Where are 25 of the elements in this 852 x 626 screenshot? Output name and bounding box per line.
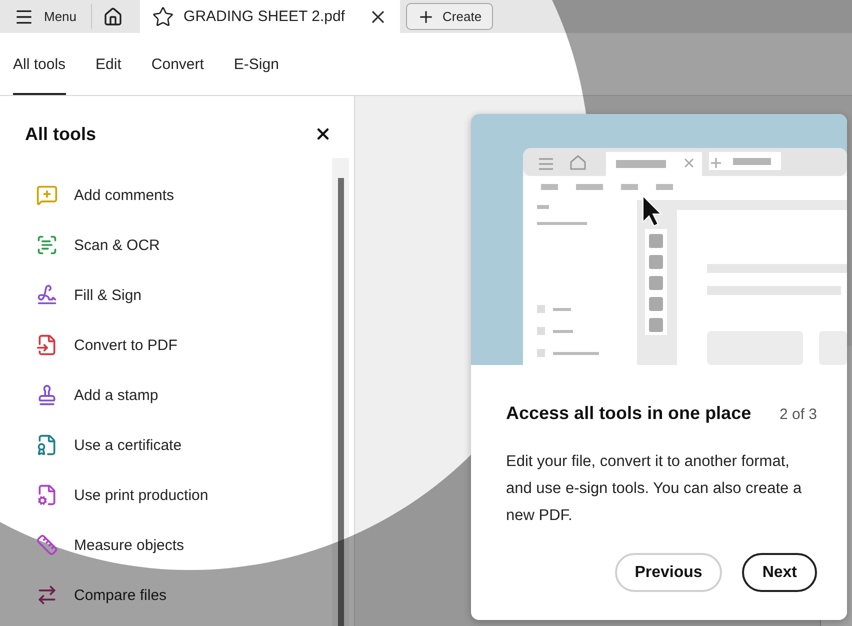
tool-item[interactable]: Use print production bbox=[36, 470, 208, 520]
home-icon bbox=[102, 6, 123, 26]
menu-button[interactable]: Menu bbox=[0, 4, 92, 29]
nav-tab[interactable]: Convert bbox=[151, 33, 204, 95]
create-button[interactable]: Create bbox=[406, 3, 493, 30]
tool-item[interactable]: Measure objects bbox=[36, 520, 184, 570]
nav-tab[interactable]: E-Sign bbox=[234, 33, 279, 95]
tool-item[interactable]: Compare files bbox=[36, 570, 167, 620]
tool-item[interactable]: Scan & OCR bbox=[36, 220, 160, 270]
scrollbar-thumb[interactable] bbox=[338, 178, 344, 626]
document-tab-title: GRADING SHEET 2.pdf bbox=[184, 8, 346, 25]
tool-item[interactable]: Add comments bbox=[36, 170, 174, 220]
document-tab[interactable]: GRADING SHEET 2.pdf bbox=[140, 0, 400, 33]
next-button[interactable]: Next bbox=[742, 553, 817, 592]
nav-tab[interactable]: Edit bbox=[96, 33, 122, 95]
tool-item[interactable]: Add a stamp bbox=[36, 370, 158, 420]
tool-item[interactable]: Convert to PDF bbox=[36, 320, 178, 370]
previous-button[interactable]: Previous bbox=[614, 553, 722, 592]
step-counter: 2 of 3 bbox=[779, 406, 817, 423]
tool-item[interactable]: Use a certificate bbox=[36, 420, 182, 470]
star-icon[interactable] bbox=[152, 6, 174, 28]
popup-description: Edit your file, convert it to another format, and use e-sign tools. You can also create a new PDF. bbox=[506, 452, 803, 526]
popup-title: Access all tools in one place bbox=[506, 403, 752, 424]
tool-item[interactable]: Fill & Sign bbox=[36, 270, 142, 320]
panel-title: All tools bbox=[25, 124, 96, 144]
